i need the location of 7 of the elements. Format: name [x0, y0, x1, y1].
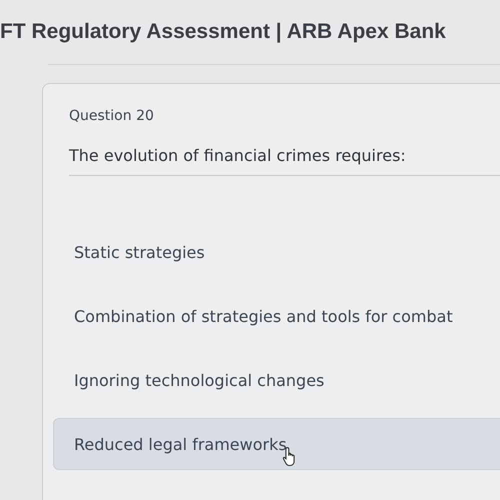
- answer-option[interactable]: Ignoring technological changes: [53, 354, 500, 406]
- question-text: The evolution of financial crimes requires:: [69, 146, 500, 176]
- answer-option[interactable]: Reduced legal frameworks: [53, 418, 500, 470]
- answer-option[interactable]: Combination of strategies and tools for combat: [53, 290, 500, 342]
- question-number: Question 20: [69, 108, 155, 124]
- page-title: FT Regulatory Assessment | ARB Apex Bank: [0, 19, 447, 45]
- answer-option[interactable]: Static strategies: [53, 226, 500, 278]
